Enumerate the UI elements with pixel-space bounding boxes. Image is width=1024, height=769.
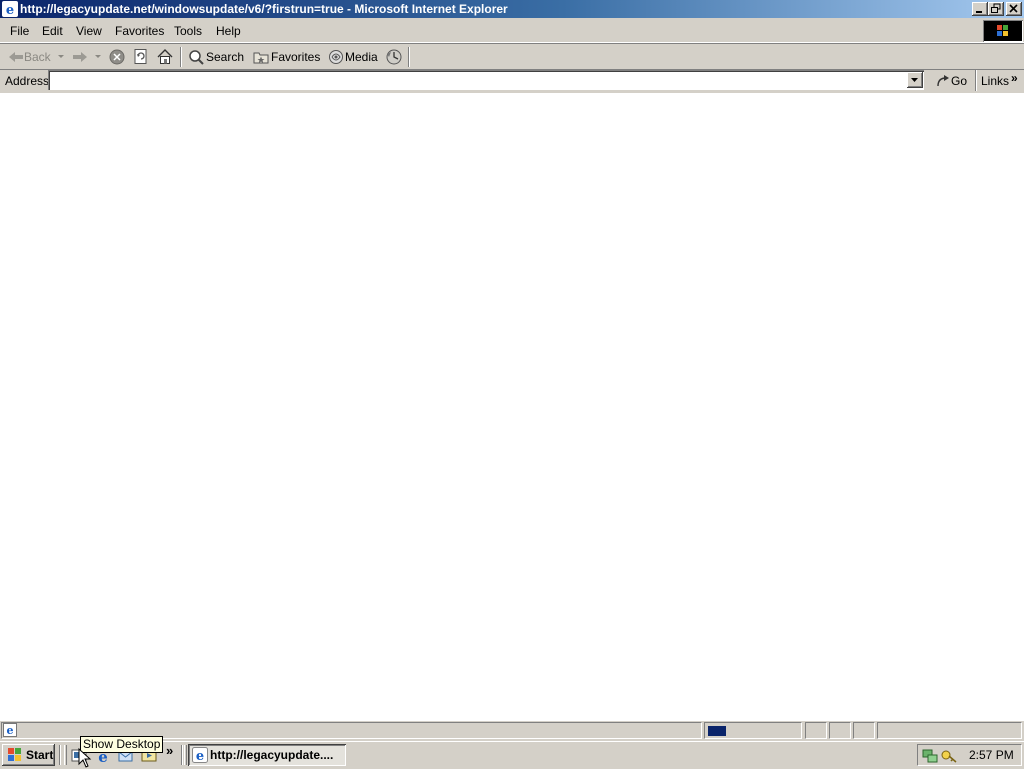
menu-view[interactable]: View — [76, 23, 102, 39]
media-button[interactable]: Media — [326, 46, 378, 68]
window-title: http://legacyupdate.net/windowsupdate/v6… — [20, 2, 508, 16]
taskbar-grip[interactable] — [184, 745, 187, 765]
favorites-label: Favorites — [271, 50, 321, 64]
back-dropdown-icon — [58, 55, 64, 58]
status-panel-4 — [853, 722, 875, 739]
tray-security[interactable] — [940, 747, 958, 765]
refresh-icon — [134, 49, 147, 64]
page-icon: e — [3, 723, 17, 737]
progress-bar — [708, 726, 726, 736]
home-icon — [157, 49, 173, 64]
back-button[interactable]: Back — [6, 46, 70, 68]
status-panel-2 — [805, 722, 827, 739]
menu-bar: File Edit View Favorites Tools Help — [0, 19, 1024, 43]
media-label: Media — [345, 50, 378, 64]
menu-favorites[interactable]: Favorites — [115, 23, 164, 39]
taskbar-button-ie[interactable]: e http://legacyupdate.... — [188, 744, 346, 766]
address-dropdown-button[interactable] — [907, 72, 923, 88]
restore-icon — [991, 3, 1001, 13]
progress-panel — [704, 722, 802, 739]
links-button[interactable]: Links » — [980, 71, 1024, 90]
clock[interactable]: 2:57 PM — [969, 748, 1014, 762]
page-content[interactable] — [0, 93, 1024, 720]
menu-help[interactable]: Help — [216, 23, 241, 39]
standard-toolbar: Back Search Favorites Media — [0, 43, 1024, 70]
back-arrow-icon — [9, 52, 23, 62]
favorites-button[interactable]: Favorites — [251, 46, 321, 68]
close-button[interactable] — [1006, 2, 1022, 16]
svg-text:e: e — [6, 3, 14, 17]
chevron-down-icon — [911, 78, 918, 82]
start-label: Start — [26, 748, 54, 762]
go-button[interactable]: Go — [929, 71, 971, 90]
stop-button[interactable] — [108, 48, 126, 66]
tooltip: Show Desktop — [80, 736, 164, 753]
security-zone-panel — [877, 722, 1022, 739]
security-key-icon — [941, 750, 957, 763]
history-icon — [386, 49, 402, 65]
start-button[interactable]: Start — [2, 744, 55, 766]
close-icon — [1009, 4, 1018, 13]
minimize-icon — [976, 11, 982, 13]
history-button[interactable] — [385, 48, 403, 66]
svg-text:e: e — [196, 749, 204, 763]
ie-logo-icon: e — [192, 747, 208, 763]
taskbar-separator — [59, 745, 61, 765]
home-button[interactable] — [156, 48, 174, 66]
windows-logo-throbber — [983, 20, 1023, 42]
quicklaunch-chevron-icon[interactable]: » — [166, 743, 173, 758]
go-label: Go — [951, 74, 968, 88]
forward-button[interactable] — [70, 46, 104, 68]
mouse-cursor-icon — [78, 748, 92, 768]
restore-button[interactable] — [988, 2, 1004, 16]
search-icon — [189, 50, 204, 65]
menu-edit[interactable]: Edit — [42, 23, 63, 39]
search-button[interactable]: Search — [186, 46, 244, 68]
toolbar-separator — [408, 47, 410, 67]
menu-file[interactable]: File — [10, 23, 29, 39]
status-panel-3 — [829, 722, 851, 739]
media-icon — [329, 50, 343, 64]
stop-icon — [109, 49, 125, 65]
links-label: Links — [981, 74, 1010, 88]
menu-tools[interactable]: Tools — [174, 23, 202, 39]
back-label: Back — [24, 50, 51, 64]
search-label: Search — [206, 50, 245, 64]
refresh-button[interactable] — [132, 48, 150, 66]
address-separator — [975, 70, 977, 91]
windows-flag-icon — [997, 25, 1008, 36]
links-chevron-icon: » — [1011, 71, 1018, 85]
taskbar-separator — [181, 745, 183, 765]
taskbar-button-label: http://legacyupdate.... — [210, 748, 334, 762]
minimize-button[interactable] — [972, 2, 988, 16]
forward-arrow-icon — [73, 52, 87, 62]
tray-network[interactable] — [921, 747, 939, 765]
toolbar-separator — [180, 47, 182, 67]
title-bar[interactable]: e http://legacyupdate.net/windowsupdate/… — [0, 0, 1024, 18]
quicklaunch-grip[interactable] — [64, 745, 67, 765]
network-connection-icon — [922, 749, 938, 763]
svg-text:e: e — [7, 724, 14, 737]
windows-logo-icon — [8, 748, 21, 761]
favorites-folder-icon — [253, 52, 269, 64]
address-input[interactable] — [48, 70, 924, 90]
go-arrow-icon — [937, 75, 949, 87]
forward-dropdown-icon — [95, 55, 101, 58]
address-label: Address — [5, 74, 50, 88]
ie-logo-icon: e — [2, 1, 18, 17]
